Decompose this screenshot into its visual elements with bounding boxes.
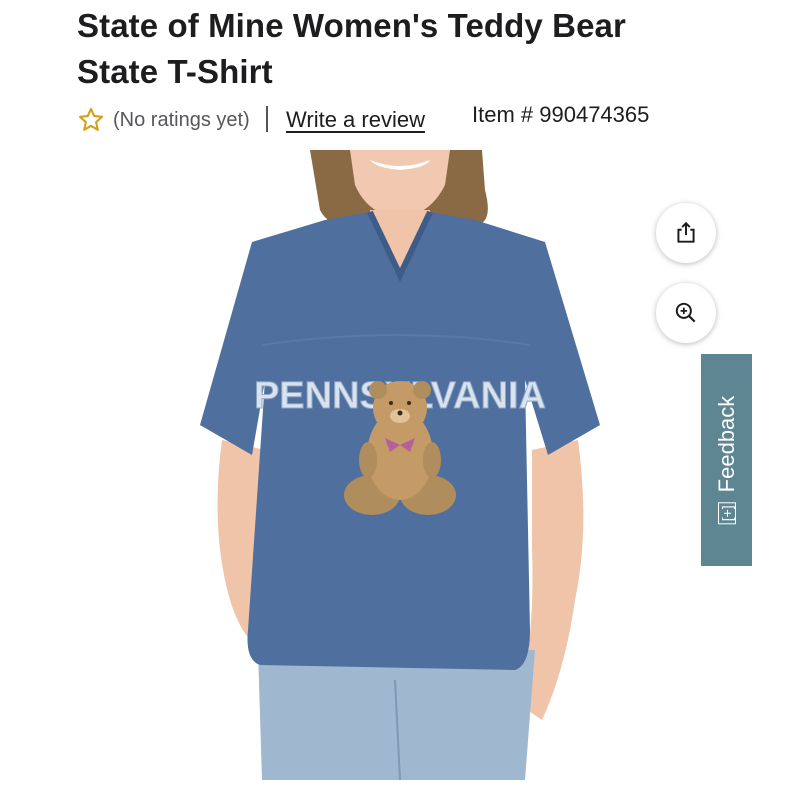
- divider: [266, 106, 268, 132]
- product-title: State of Mine Women's Teddy Bear State T…: [77, 3, 717, 95]
- star-rating-icon[interactable]: [77, 106, 105, 134]
- feedback-tab[interactable]: [+] Feedback: [701, 354, 752, 566]
- product-title-line-2: State T-Shirt: [77, 53, 273, 90]
- product-image[interactable]: PENNSYLVANIA: [170, 150, 630, 780]
- share-button[interactable]: [656, 203, 716, 263]
- zoom-in-icon: [675, 302, 696, 323]
- write-review-link[interactable]: Write a review: [286, 107, 425, 133]
- zoom-button[interactable]: [656, 283, 716, 343]
- product-title-line-1: State of Mine Women's Teddy Bear: [77, 7, 626, 44]
- feedback-plus-icon: [+]: [717, 502, 736, 525]
- feedback-label: Feedback: [713, 395, 739, 493]
- share-icon: [677, 221, 695, 243]
- no-ratings-text: (No ratings yet): [113, 109, 250, 131]
- item-number: Item # 990474365: [472, 102, 650, 127]
- rating-row: (No ratings yet) Write a review Item # 9…: [77, 100, 717, 140]
